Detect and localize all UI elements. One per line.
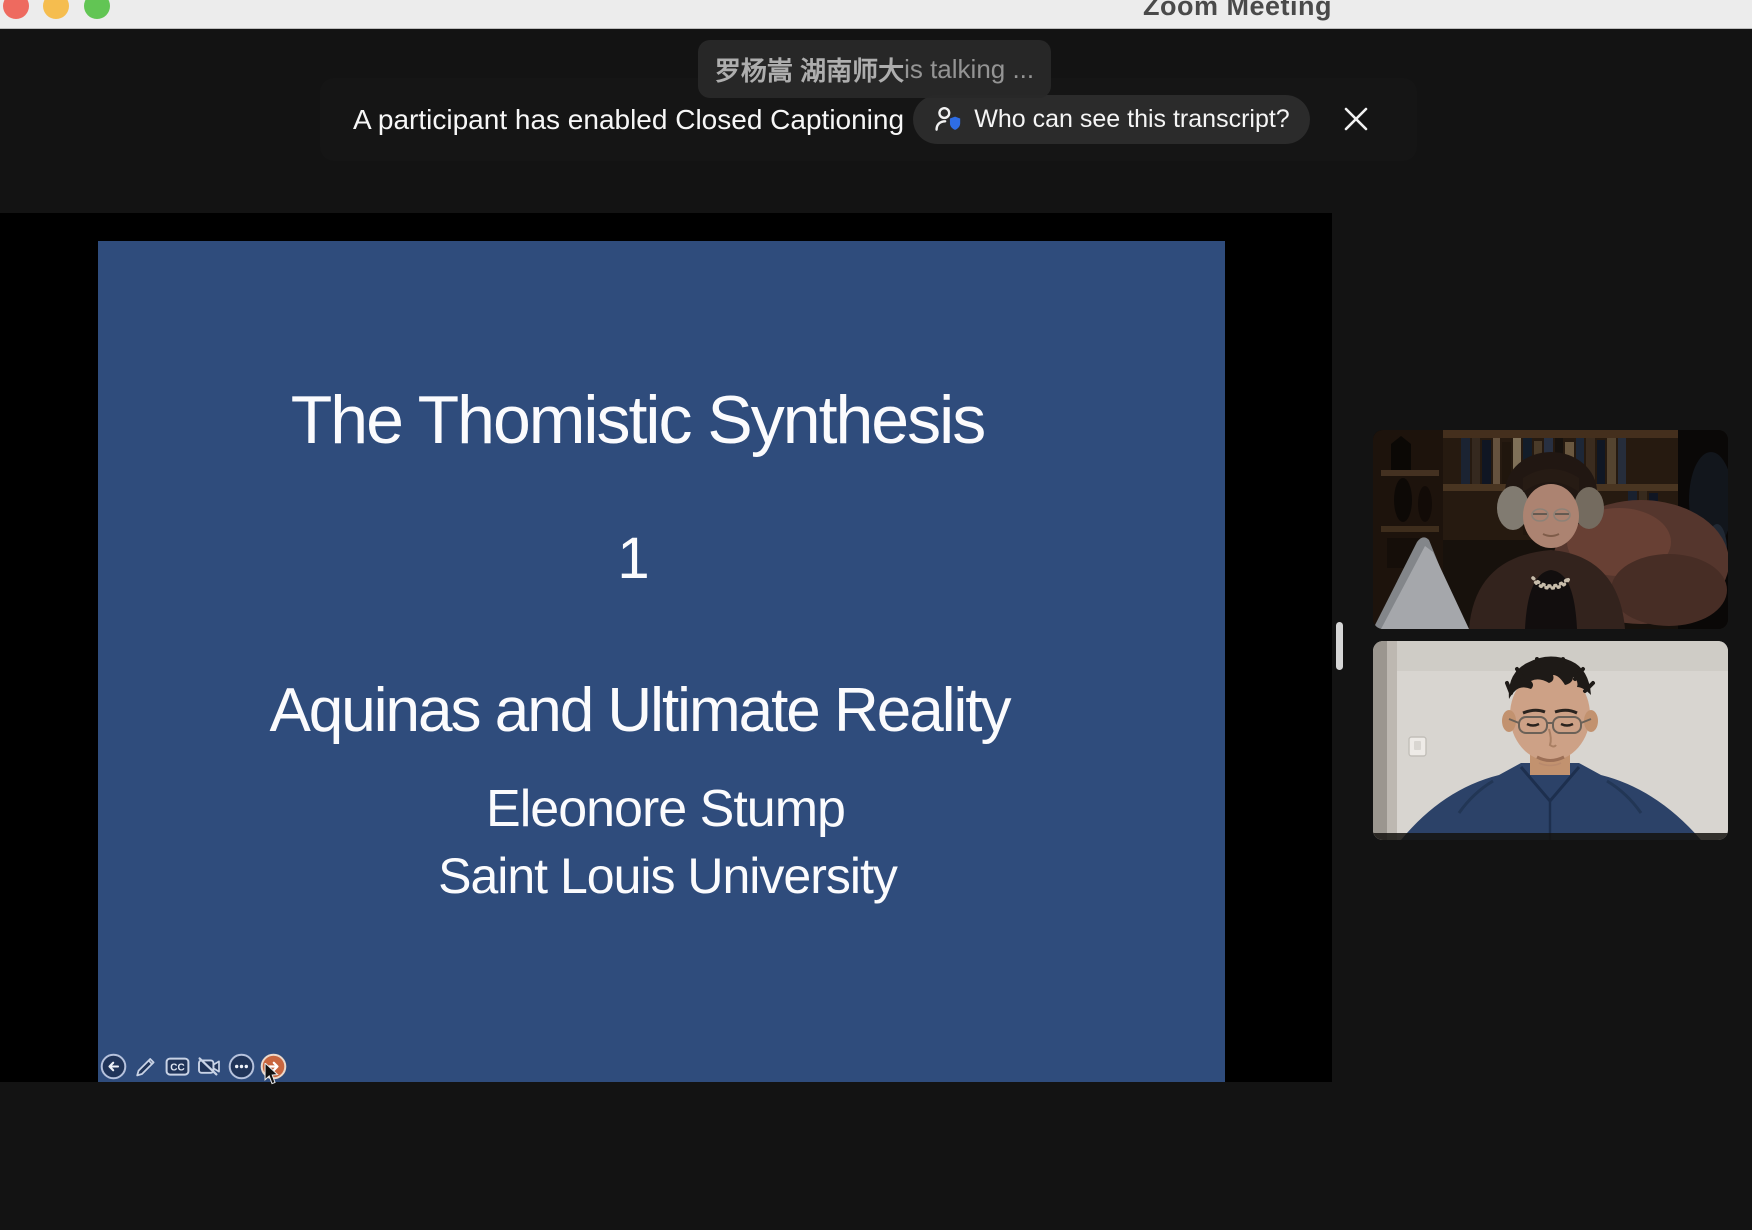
active-speaker-name: 罗杨嵩 湖南师大 [715, 51, 904, 88]
close-icon [1338, 101, 1374, 137]
remote-mouse-cursor [262, 1063, 282, 1085]
window-title: Zoom Meeting [1143, 0, 1332, 22]
person-shield-icon [933, 104, 964, 135]
closed-captions-icon[interactable]: CC [164, 1053, 191, 1080]
stop-video-icon[interactable] [196, 1053, 223, 1080]
minimize-window-icon[interactable] [43, 0, 69, 19]
transcript-button-label: Who can see this transcript? [974, 105, 1289, 134]
slide-author: Eleonore Stump [102, 779, 1229, 839]
svg-text:CC: CC [170, 1062, 184, 1073]
scrollbar-thumb[interactable] [1336, 622, 1343, 670]
participant-video-host[interactable] [1373, 641, 1728, 840]
who-can-see-transcript-button[interactable]: Who can see this transcript? [913, 95, 1310, 144]
slide-subtitle: Aquinas and Ultimate Reality [76, 675, 1203, 746]
shared-screen-viewport: The Thomistic Synthesis 1 Aquinas and Ul… [0, 213, 1332, 1082]
close-window-icon[interactable] [3, 0, 29, 19]
banner-close-button[interactable] [1338, 101, 1374, 137]
slide-title: The Thomistic Synthesis [74, 381, 1201, 459]
slide-affiliation: Saint Louis University [104, 847, 1231, 905]
presentation-slide: The Thomistic Synthesis 1 Aquinas and Ul… [98, 241, 1225, 1082]
zoom-window-icon[interactable] [84, 0, 110, 19]
participant-video-speaker[interactable] [1373, 430, 1728, 629]
active-speaker-toast: 罗杨嵩 湖南师大 is talking ... [698, 40, 1051, 98]
annotate-pencil-icon[interactable] [132, 1053, 159, 1080]
presenter-toolbar: CC [100, 1051, 287, 1081]
more-options-icon[interactable] [228, 1053, 255, 1080]
titlebar: Zoom Meeting [0, 0, 1752, 29]
previous-slide-icon[interactable] [100, 1053, 127, 1080]
is-talking-label: is talking ... [904, 54, 1034, 85]
slide-number: 1 [70, 525, 1197, 592]
